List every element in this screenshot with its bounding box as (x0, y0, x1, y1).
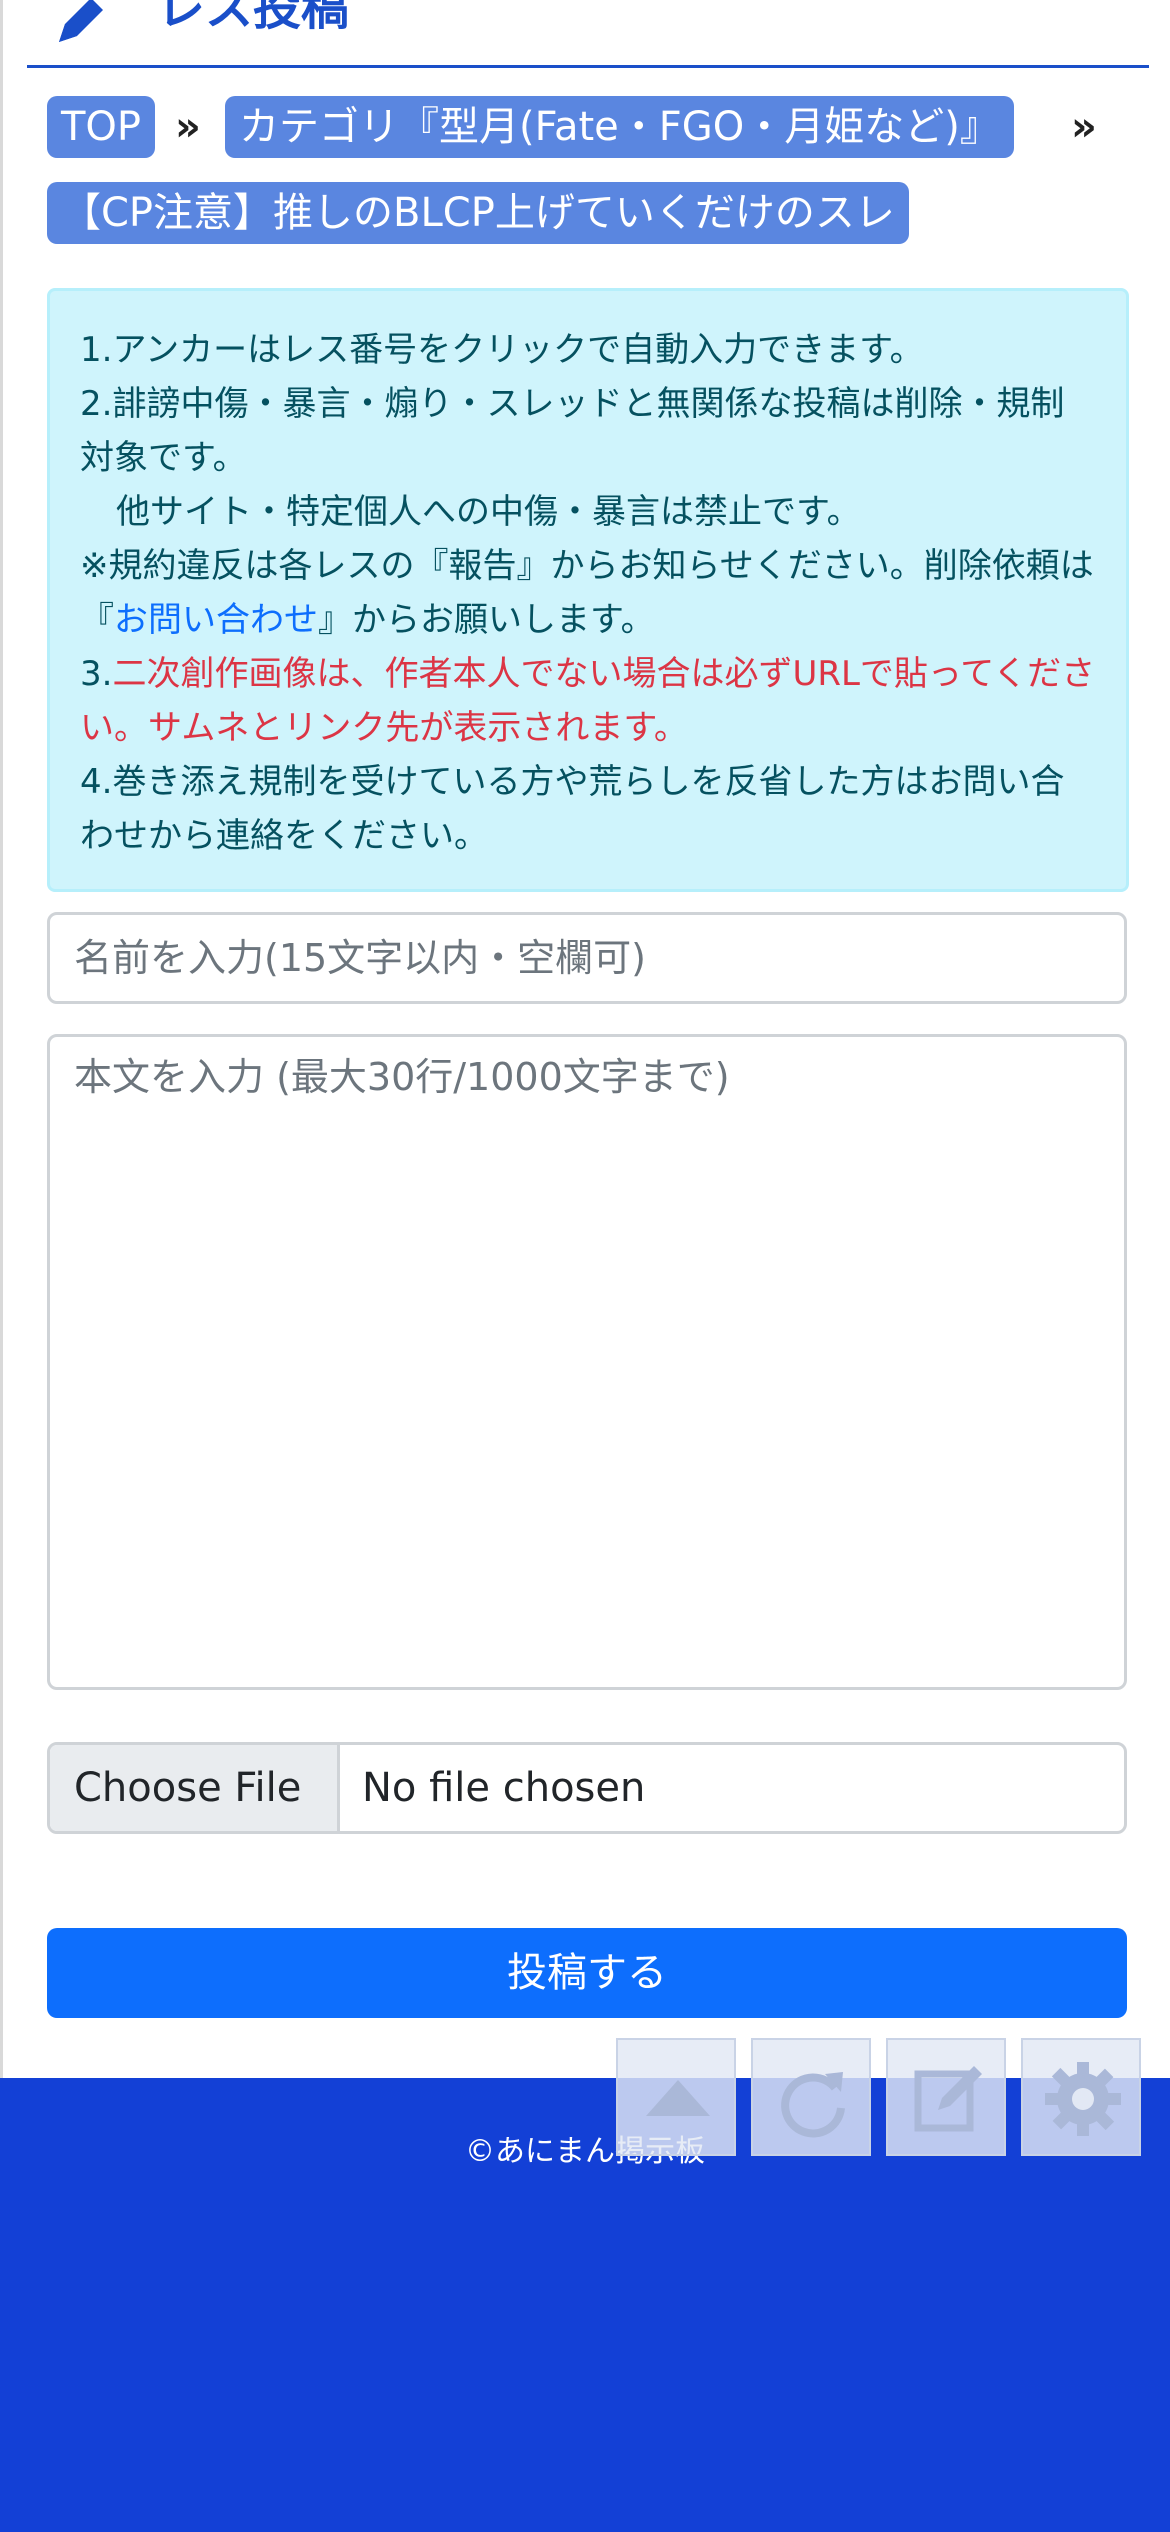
breadcrumb-thread[interactable]: 【CP注意】推しのBLCP上げていくだけのスレ (47, 182, 909, 244)
main-content: レス投稿 TOP » カテゴリ『型月(Fate・FGO・月姫など)』 » 【CP… (0, 0, 1170, 2078)
reload-icon (781, 2072, 845, 2138)
page-title: レス投稿 (157, 0, 350, 36)
notice-line: 4.巻き添え規制を受けている方や荒らしを反省した方はお問い合わせから連絡をくださ… (80, 762, 1065, 856)
notice-line: 1.アンカーはレス番号をクリックで自動入力できます。 (80, 330, 924, 370)
notice-number: 3. (80, 654, 113, 694)
page-header: レス投稿 (27, 0, 1149, 68)
posting-rules-notice: 1.アンカーはレス番号をクリックで自動入力できます。 2.誹謗中傷・暴言・煽り・… (47, 288, 1129, 892)
breadcrumb-separator: » (175, 104, 201, 150)
notice-text: 』からお願いします。 (318, 600, 655, 640)
name-input[interactable]: 名前を入力(15文字以内・空欄可) (47, 912, 1127, 1004)
submit-button[interactable]: 投稿する (47, 1928, 1127, 2018)
reload-button[interactable] (751, 2038, 871, 2156)
body-textarea[interactable]: 本文を入力 (最大30行/1000文字まで) (47, 1034, 1127, 1690)
settings-button[interactable] (1021, 2038, 1141, 2156)
breadcrumb-category[interactable]: カテゴリ『型月(Fate・FGO・月姫など)』 (225, 96, 1014, 158)
notice-line: 2.誹謗中傷・暴言・煽り・スレッドと無関係な投稿は削除・規制対象です。 (80, 384, 1065, 478)
file-status: No file chosen (362, 1765, 646, 1811)
breadcrumb-separator: » (1071, 104, 1097, 150)
notice-warning-text: 二次創作画像は、作者本人でない場合は必ずURLで貼ってください。サムネとリンク先… (80, 654, 1096, 748)
file-input[interactable]: Choose File No file chosen (47, 1742, 1127, 1834)
page-background: レス投稿 TOP » カテゴリ『型月(Fate・FGO・月姫など)』 » 【CP… (0, 0, 1170, 2532)
edit-icon (914, 2066, 982, 2132)
pen-icon (59, 0, 103, 42)
scroll-top-icon (646, 2080, 710, 2116)
notice-line: 3.二次創作画像は、作者本人でない場合は必ずURLで貼ってください。サムネとリン… (80, 647, 1096, 755)
contact-link[interactable]: お問い合わせ (114, 600, 318, 640)
choose-file-button[interactable]: Choose File (50, 1745, 340, 1831)
gear-icon (1045, 2062, 1121, 2136)
edit-button[interactable] (886, 2038, 1006, 2156)
notice-line: ※規約違反は各レスの『報告』からお知らせください。削除依頼は『お問い合わせ』から… (80, 539, 1096, 647)
scroll-top-button[interactable] (616, 2038, 736, 2156)
notice-line: 他サイト・特定個人への中傷・暴言は禁止です。 (116, 492, 861, 532)
breadcrumb-top[interactable]: TOP (47, 96, 156, 158)
